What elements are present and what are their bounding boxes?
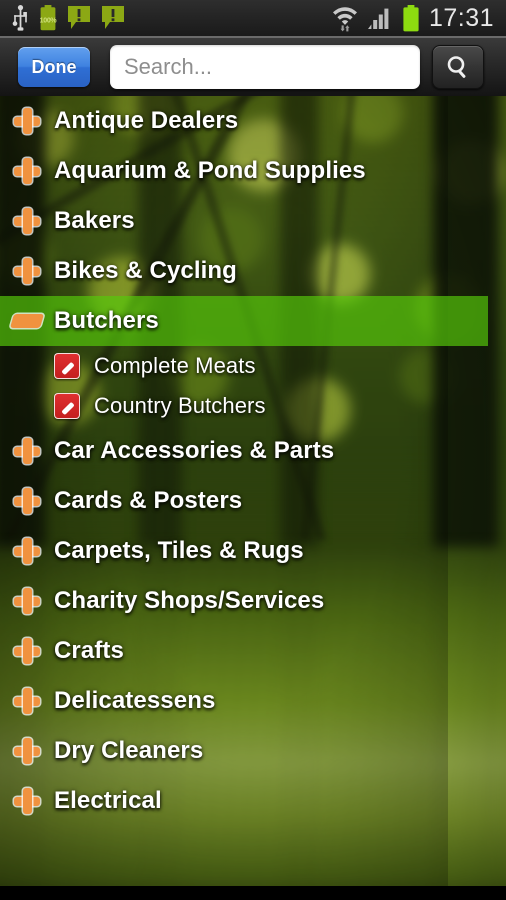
search-icon [447,56,466,78]
signal-bars-icon [367,8,389,29]
status-bar-clock: 17:31 [428,3,494,32]
red-item-icon[interactable] [40,393,94,419]
list-item-label: Bakers [54,207,135,234]
list-item-category[interactable]: Aquarium & Pond Supplies [0,146,506,196]
list-item-category[interactable]: Dry Cleaners [0,726,506,776]
list-item-label: Crafts [54,637,124,664]
search-toolbar: Done [0,38,506,96]
battery-percent-label: 100% [39,17,57,25]
list-item-category[interactable]: Electrical [0,776,506,826]
category-list[interactable]: Antique Dealers Aquarium & Pond Supplies B… [0,96,506,900]
status-bar: 100% 17:31 [0,0,506,38]
list-item-label: Car Accessories & Parts [54,437,335,464]
list-item-category[interactable]: Charity Shops/Services [0,576,506,626]
list-item-label: Aquarium & Pond Supplies [54,157,366,184]
list-item-label: Country Butchers [94,393,266,418]
list-item-category[interactable]: Delicatessens [0,676,506,726]
status-bar-left-icons: 100% [0,5,125,31]
plus-icon[interactable] [0,688,54,714]
app-screen: 100% 17:31 Done Search... Antique Dealer… [0,0,506,900]
list-item-child[interactable]: Complete Meats [0,346,506,386]
list-item-label: Charity Shops/Services [54,587,325,614]
battery-icon [403,4,419,31]
plus-icon[interactable] [0,638,54,664]
done-button[interactable]: Done [18,47,90,87]
list-item-label: Antique Dealers [54,107,239,134]
search-input[interactable] [110,45,420,89]
list-item-label: Delicatessens [54,687,216,714]
plus-icon[interactable] [0,738,54,764]
list-item-label: Carpets, Tiles & Rugs [54,537,304,564]
status-bar-right-icons: 17:31 [332,4,506,33]
battery-notification-icon: 100% [39,5,57,31]
list-item-category[interactable]: Carpets, Tiles & Rugs [0,526,506,576]
plus-icon[interactable] [0,258,54,284]
minus-icon[interactable] [0,314,54,328]
plus-icon[interactable] [0,438,54,464]
list-item-label: Electrical [54,787,162,814]
message-alert-icon [68,6,90,29]
list-item-category[interactable]: Antique Dealers [0,96,506,146]
list-item-category[interactable]: Bakers [0,196,506,246]
plus-icon[interactable] [0,538,54,564]
red-item-icon[interactable] [40,353,94,379]
list-item-category[interactable]: Cards & Posters [0,476,506,526]
list-item-category[interactable]: Bikes & Cycling [0,246,506,296]
plus-icon[interactable] [0,788,54,814]
list-item-category[interactable]: Crafts [0,626,506,676]
usb-icon [12,5,27,31]
plus-icon[interactable] [0,488,54,514]
list-item-label: Complete Meats [94,353,256,378]
list-item-category[interactable]: Car Accessories & Parts [0,426,506,476]
plus-icon[interactable] [0,588,54,614]
message-alert-icon [102,6,124,29]
plus-icon[interactable] [0,158,54,184]
plus-icon[interactable] [0,108,54,134]
list-item-label: Bikes & Cycling [54,257,237,284]
plus-icon[interactable] [0,208,54,234]
list-item-label: Dry Cleaners [54,737,204,764]
list-item-label: Cards & Posters [54,487,243,514]
wifi-icon [332,7,357,32]
list-item-category[interactable]: Butchers [0,296,506,346]
list-item-label: Butchers [54,307,159,334]
list-item-child[interactable]: Country Butchers [0,386,506,426]
search-button[interactable] [432,45,484,89]
